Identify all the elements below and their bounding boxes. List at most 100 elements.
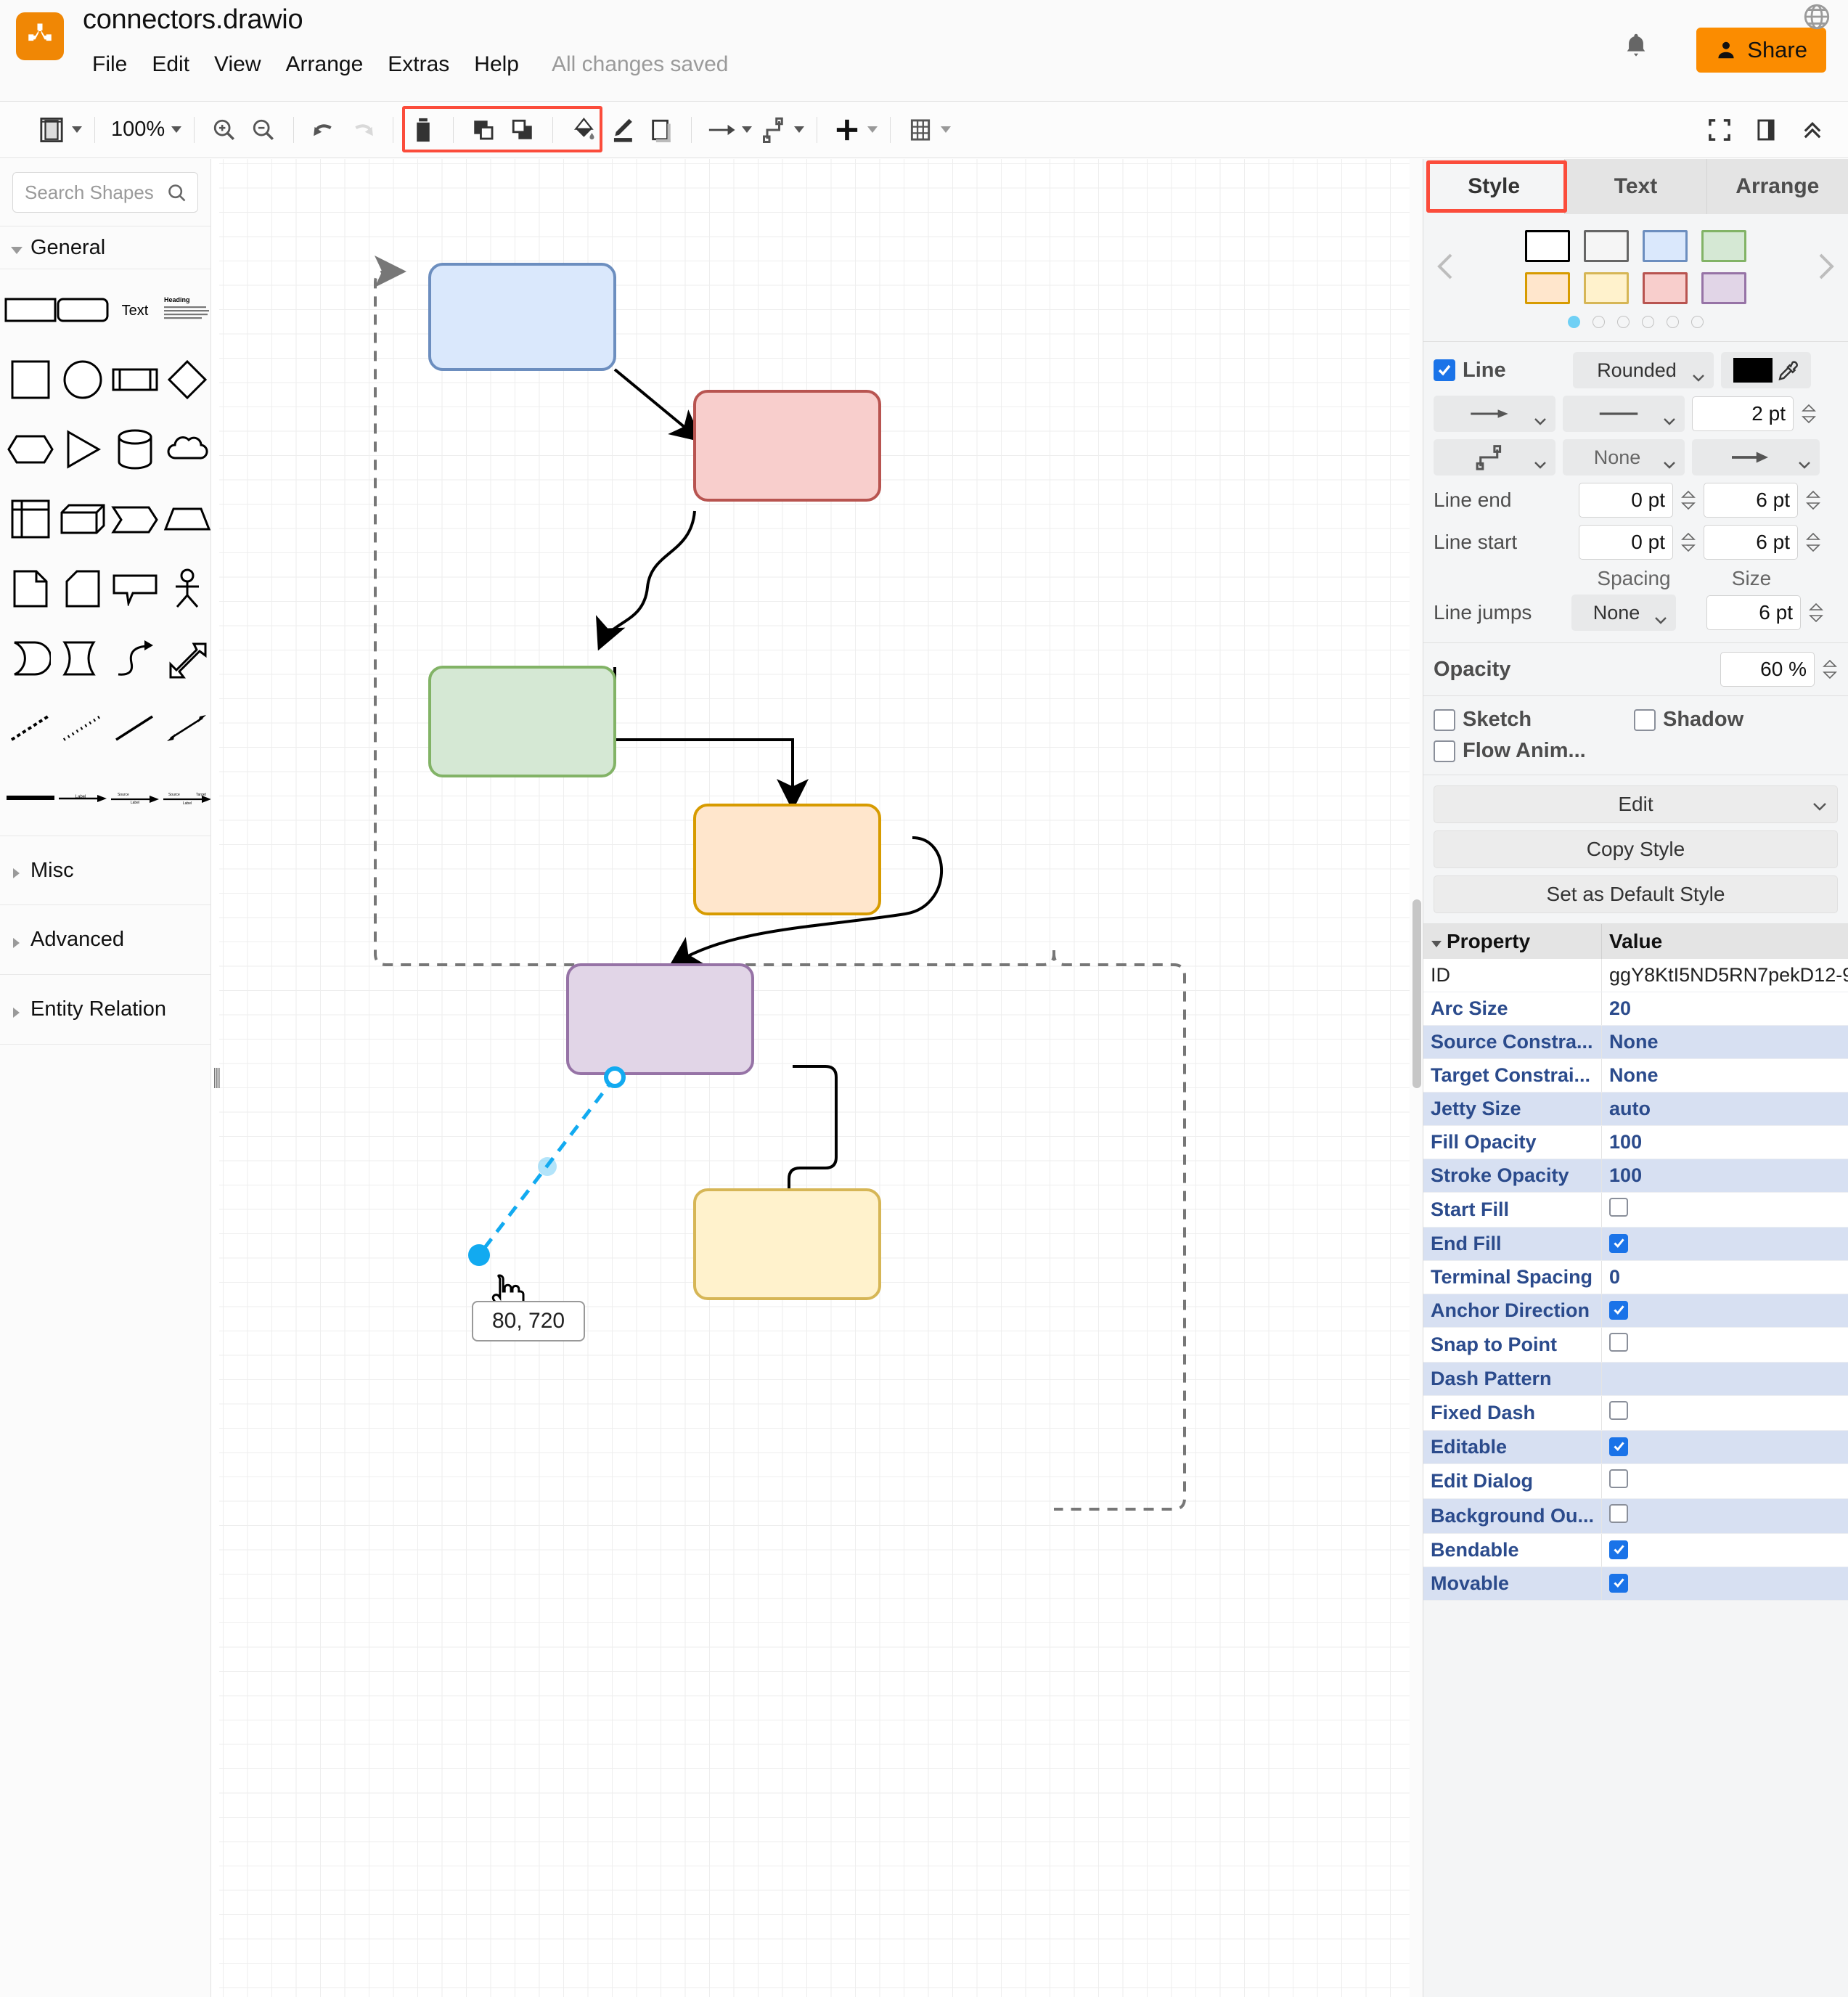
menu-file[interactable]: File xyxy=(80,52,139,77)
property-value-end-fill[interactable] xyxy=(1602,1228,1848,1261)
table-row[interactable]: Stroke Opacity 100 xyxy=(1423,1159,1848,1193)
table-row[interactable]: Fixed Dash xyxy=(1423,1396,1848,1431)
line-checkbox[interactable] xyxy=(1434,359,1455,381)
table-row[interactable]: End Fill xyxy=(1423,1228,1848,1261)
shape-section-advanced[interactable]: Advanced xyxy=(0,905,210,975)
property-value-fill-opacity[interactable]: 100 xyxy=(1602,1126,1848,1159)
line-start-size-stepper[interactable] xyxy=(1805,531,1821,553)
menu-view[interactable]: View xyxy=(202,52,273,77)
connection-route-icon[interactable] xyxy=(754,109,793,151)
shape-label-arrow[interactable]: Label xyxy=(57,764,109,831)
property-value-edit-dialog[interactable] xyxy=(1602,1464,1848,1499)
carousel-dot-5[interactable] xyxy=(1667,316,1679,328)
property-value-bendable[interactable] xyxy=(1602,1534,1848,1567)
snap-to-point-checkbox[interactable] xyxy=(1609,1333,1628,1352)
table-row[interactable]: Arc Size 20 xyxy=(1423,992,1848,1026)
shape-rectangle[interactable] xyxy=(4,277,57,343)
table-row[interactable]: Editable xyxy=(1423,1431,1848,1464)
table-row[interactable]: Terminal Spacing 0 xyxy=(1423,1261,1848,1294)
style-swatch-red[interactable] xyxy=(1643,272,1688,304)
canvas-scrollbar-track[interactable] xyxy=(1410,159,1423,1997)
anchor-direction-checkbox[interactable] xyxy=(1609,1301,1628,1320)
send-to-back-icon[interactable] xyxy=(503,109,542,151)
page-view-icon[interactable] xyxy=(32,109,71,151)
line-jumps-select[interactable]: None xyxy=(1571,595,1676,631)
table-row[interactable]: Target Constrai... None xyxy=(1423,1059,1848,1093)
property-value-anchor-direction[interactable] xyxy=(1602,1294,1848,1328)
collapse-toolbar-icon[interactable] xyxy=(1793,109,1832,151)
style-swatch-green[interactable] xyxy=(1701,230,1746,262)
property-value-terminal-spacing[interactable]: 0 xyxy=(1602,1261,1848,1294)
line-style-select[interactable]: Rounded xyxy=(1573,352,1714,388)
table-row[interactable]: Bendable xyxy=(1423,1534,1848,1567)
tab-style[interactable]: Style xyxy=(1423,159,1565,214)
line-start-spacing-stepper[interactable] xyxy=(1680,531,1696,553)
style-swatch-white[interactable] xyxy=(1525,230,1570,262)
zoom-out-icon[interactable] xyxy=(244,109,283,151)
carousel-dot-2[interactable] xyxy=(1593,316,1605,328)
sketch-checkbox[interactable] xyxy=(1434,709,1455,731)
shape-bidirectional-arrow[interactable] xyxy=(161,625,211,692)
line-dash-select[interactable] xyxy=(1563,396,1685,432)
table-row[interactable]: Movable xyxy=(1423,1567,1848,1601)
table-row[interactable]: Background Ou... xyxy=(1423,1499,1848,1534)
zoom-dropdown[interactable] xyxy=(169,126,184,133)
shape-plain-line[interactable] xyxy=(109,695,161,761)
line-start-size-input[interactable]: 6 pt xyxy=(1704,525,1798,560)
line-jumps-size-input[interactable]: 6 pt xyxy=(1706,595,1801,630)
shape-source-label-target-arrow[interactable]: SourceLabelTarget xyxy=(161,764,211,831)
line-jumps-size-stepper[interactable] xyxy=(1808,602,1824,624)
page-view-dropdown[interactable] xyxy=(70,126,84,133)
shape-thick-line[interactable] xyxy=(4,764,57,831)
shadow-checkbox[interactable] xyxy=(1634,709,1656,731)
shape-actor[interactable] xyxy=(161,555,211,622)
style-swatch-grey[interactable] xyxy=(1584,230,1629,262)
property-value-editable[interactable] xyxy=(1602,1431,1848,1464)
connection-route-dropdown[interactable] xyxy=(792,126,806,133)
shape-rounded-rectangle[interactable] xyxy=(57,277,109,343)
shape-s-curve-arrow[interactable] xyxy=(109,625,161,692)
shape-double-arrow-line[interactable] xyxy=(161,695,211,761)
line-start-arrow-select[interactable] xyxy=(1434,396,1555,432)
shape-callout[interactable] xyxy=(109,555,161,622)
canvas-grid[interactable]: 80, 720 xyxy=(219,159,1410,1997)
notification-bell-icon[interactable] xyxy=(1620,30,1652,62)
shape-step[interactable] xyxy=(109,486,161,552)
shape-source-label-arrow[interactable]: SourceLabel xyxy=(109,764,161,831)
menu-edit[interactable]: Edit xyxy=(139,52,202,77)
carousel-dot-3[interactable] xyxy=(1617,316,1630,328)
line-waypoint-style-select[interactable]: None xyxy=(1563,439,1685,475)
toggle-format-panel-icon[interactable] xyxy=(1746,109,1786,151)
fill-color-icon[interactable] xyxy=(563,109,602,151)
line-end-size-input[interactable]: 6 pt xyxy=(1704,483,1798,518)
zoom-level-label[interactable]: 100% xyxy=(105,118,171,142)
carousel-dot-4[interactable] xyxy=(1642,316,1654,328)
property-value-dash-pattern[interactable] xyxy=(1602,1363,1848,1396)
table-row[interactable]: Snap to Point xyxy=(1423,1328,1848,1363)
line-waypoint-select[interactable] xyxy=(1434,439,1555,475)
search-shapes-box[interactable] xyxy=(12,172,198,213)
shape-delay[interactable] xyxy=(57,625,109,692)
edit-style-button[interactable]: Edit xyxy=(1434,785,1838,823)
connection-arrow-icon[interactable] xyxy=(702,109,741,151)
undo-icon[interactable] xyxy=(304,109,343,151)
shape-process[interactable] xyxy=(109,346,161,413)
shape-section-misc[interactable]: Misc xyxy=(0,836,210,905)
table-row[interactable]: Start Fill xyxy=(1423,1193,1848,1228)
table-row[interactable]: ID ggY8KtI5ND5RN7pekD12-92 xyxy=(1423,959,1848,992)
movable-checkbox[interactable] xyxy=(1609,1574,1628,1593)
line-end-size-stepper[interactable] xyxy=(1805,489,1821,511)
panel-resize-grip-icon[interactable] xyxy=(213,1068,220,1088)
shape-cube[interactable] xyxy=(57,486,109,552)
trash-delete-icon[interactable] xyxy=(404,109,443,151)
line-width-input[interactable]: 2 pt xyxy=(1692,396,1794,431)
set-default-style-button[interactable]: Set as Default Style xyxy=(1434,875,1838,913)
opacity-stepper[interactable] xyxy=(1822,658,1838,680)
line-end-spacing-input[interactable]: 0 pt xyxy=(1579,483,1673,518)
fit-page-icon[interactable] xyxy=(1700,109,1739,151)
shape-cylinder[interactable] xyxy=(109,416,161,483)
carousel-prev-icon[interactable] xyxy=(1434,252,1458,281)
line-width-stepper[interactable] xyxy=(1801,403,1817,425)
insert-table-icon[interactable] xyxy=(901,109,940,151)
property-value-start-fill[interactable] xyxy=(1602,1193,1848,1228)
